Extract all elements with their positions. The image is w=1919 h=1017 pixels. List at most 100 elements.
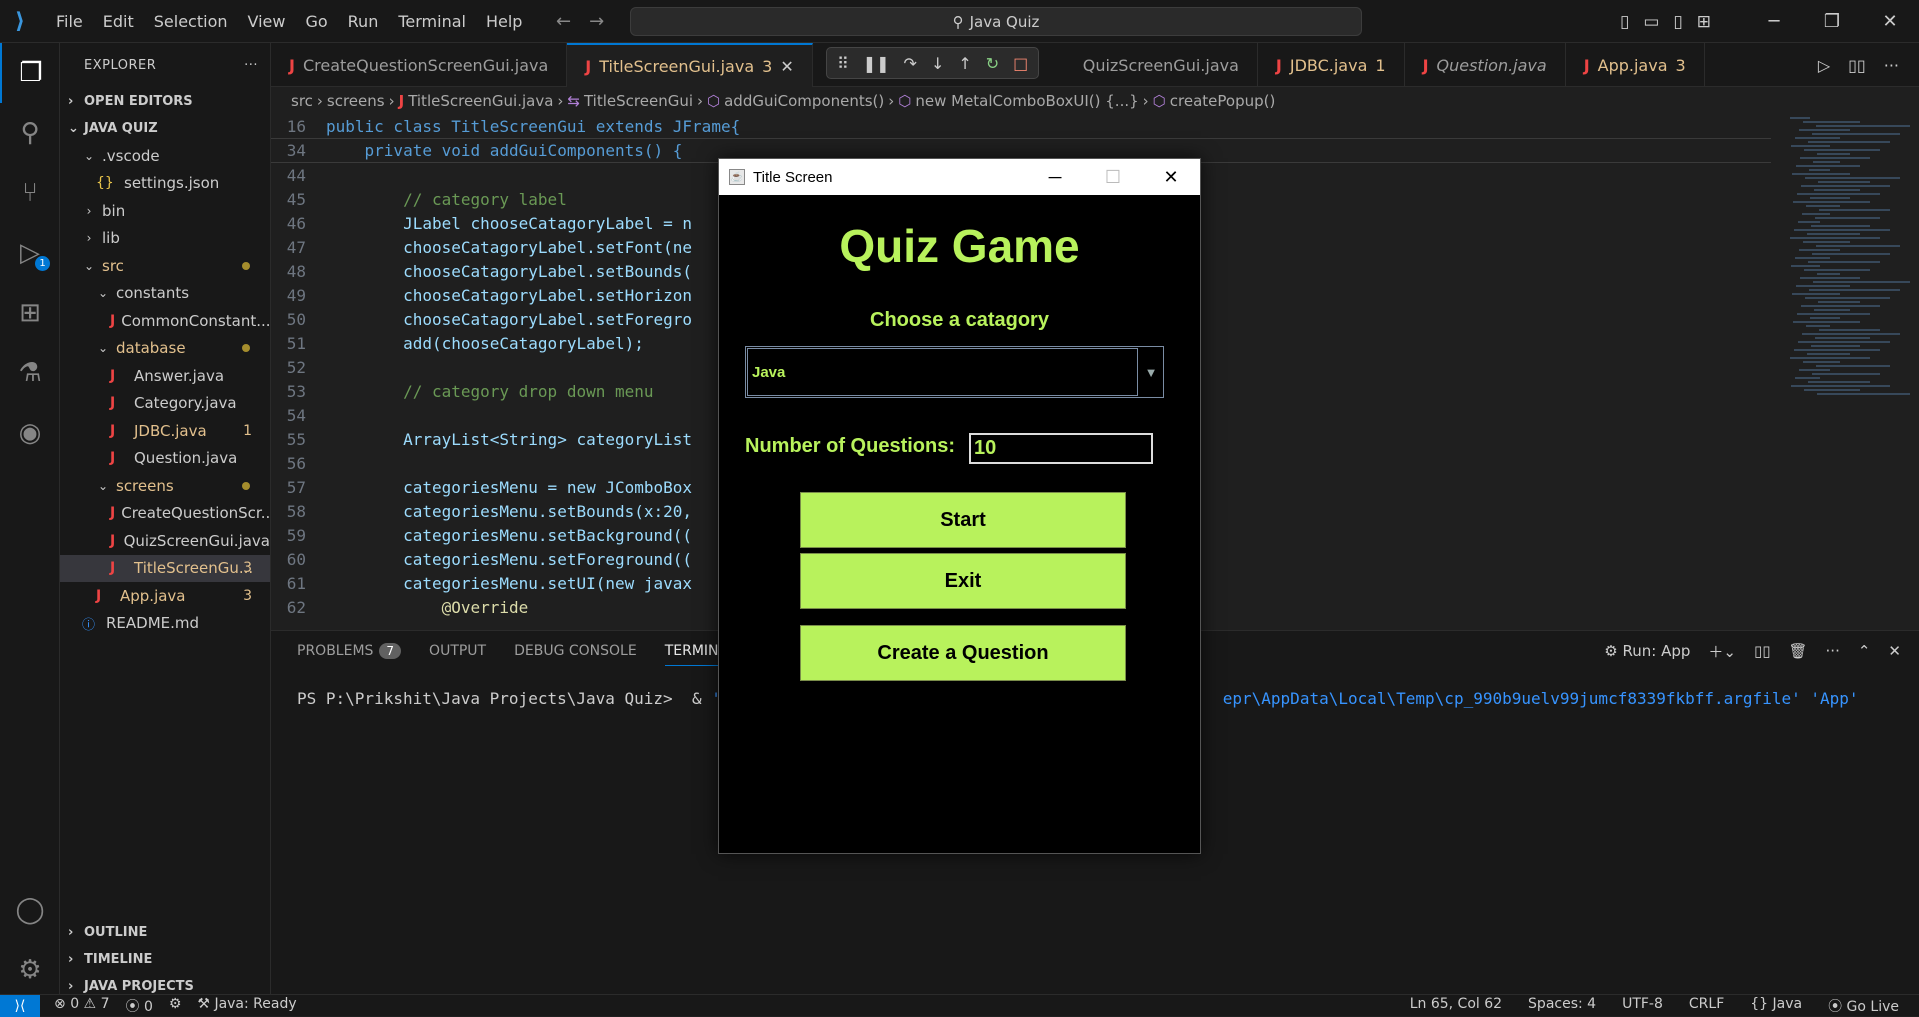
debug-status-icon[interactable]: ⚙ <box>169 996 182 1016</box>
forward-arrow-icon[interactable]: → <box>589 11 604 32</box>
create-question-button[interactable]: Create a Question <box>800 625 1126 681</box>
menu-item-help[interactable]: Help <box>476 0 532 43</box>
exit-button[interactable]: Exit <box>800 553 1126 609</box>
drag-handle-icon[interactable]: ⠿ <box>837 54 849 73</box>
minimize-icon[interactable]: ─ <box>1745 0 1803 43</box>
tree-item[interactable]: J Category.java <box>60 390 270 418</box>
menu-item-run[interactable]: Run <box>338 0 389 43</box>
breadcrumb-item[interactable]: TitleScreenGui <box>584 92 693 110</box>
close-icon[interactable]: ✕ <box>1861 0 1919 43</box>
tab-problems[interactable]: PROBLEMS 7 <box>297 643 402 659</box>
tree-item[interactable]: J App.java 3 <box>60 582 270 610</box>
breadcrumb-item[interactable]: createPopup() <box>1170 92 1276 110</box>
more-actions-icon[interactable]: ··· <box>1826 642 1840 660</box>
breadcrumb-item[interactable]: src <box>291 92 313 110</box>
menu-item-edit[interactable]: Edit <box>93 0 144 43</box>
tab-jdbc-java[interactable]: J JDBC.java 1 <box>1258 43 1405 87</box>
more-actions-icon[interactable]: ··· <box>1884 56 1899 75</box>
line-ending[interactable]: CRLF <box>1689 996 1724 1016</box>
minimize-icon[interactable]: ─ <box>1026 159 1084 195</box>
tree-item[interactable]: ⓘ README.md <box>60 610 270 638</box>
menu-item-terminal[interactable]: Terminal <box>388 0 476 43</box>
menu-item-go[interactable]: Go <box>295 0 337 43</box>
ports-status[interactable]: ⦿ 0 <box>125 996 152 1016</box>
java-status[interactable]: ⚒ Java: Ready <box>197 996 296 1016</box>
tree-item[interactable]: J CommonConstant... <box>60 307 270 335</box>
tab-titlescreengui-java[interactable]: J TitleScreenGui.java 3 ✕ <box>567 43 813 87</box>
close-icon[interactable]: ✕ <box>1142 159 1200 195</box>
step-out-icon[interactable]: ↑ <box>958 54 971 73</box>
breadcrumb-item[interactable]: new MetalComboBoxUI() {...} <box>915 92 1138 110</box>
split-editor-icon[interactable]: ▯▯ <box>1848 56 1866 75</box>
minimap[interactable] <box>1790 115 1910 465</box>
account-icon[interactable]: ◯ <box>0 880 60 940</box>
menu-item-selection[interactable]: Selection <box>144 0 238 43</box>
maximize-panel-icon[interactable]: ⌃ <box>1858 642 1871 660</box>
remote-icon[interactable]: ⟩⟨ <box>0 994 40 1017</box>
tab-debug-console[interactable]: DEBUG CONSOLE <box>514 643 637 659</box>
close-panel-icon[interactable]: ✕ <box>1888 642 1901 660</box>
toggle-sidebar-icon[interactable]: ▯ <box>1620 12 1629 32</box>
tree-item[interactable]: ⌄ src <box>60 252 270 280</box>
restore-icon[interactable]: ❐ <box>1803 0 1861 43</box>
tree-item[interactable]: › bin <box>60 197 270 225</box>
section-timeline[interactable]: › TIMELINE <box>60 946 271 973</box>
search-view-icon[interactable]: ⚲ <box>0 103 60 163</box>
source-control-icon[interactable]: ⑂ <box>0 163 60 223</box>
tree-item[interactable]: {} settings.json <box>60 170 270 198</box>
close-tab-icon[interactable]: ✕ <box>780 57 793 76</box>
new-terminal-icon[interactable]: ＋⌄ <box>1708 641 1736 662</box>
open-editors-section[interactable]: › OPEN EDITORS <box>60 88 270 115</box>
trash-icon[interactable]: 🗑 <box>1788 642 1807 660</box>
dropdown-arrow-icon[interactable]: ▼ <box>1139 347 1163 397</box>
tab-app-java[interactable]: J App.java 3 <box>1566 43 1705 87</box>
settings-gear-icon[interactable]: ⚙ <box>0 940 60 1000</box>
back-arrow-icon[interactable]: ← <box>556 11 571 32</box>
more-actions-icon[interactable]: ··· <box>244 58 258 73</box>
pause-icon[interactable]: ❚❚ <box>863 54 890 73</box>
tree-item[interactable]: ⌄ .vscode <box>60 142 270 170</box>
restart-icon[interactable]: ↻ <box>986 54 999 73</box>
cursor-position[interactable]: Ln 65, Col 62 <box>1410 996 1502 1016</box>
language-mode[interactable]: {} Java <box>1750 996 1802 1016</box>
menu-item-file[interactable]: File <box>46 0 93 43</box>
start-button[interactable]: Start <box>800 492 1126 548</box>
tab-createquestionscreengui-java[interactable]: J CreateQuestionScreenGui.java <box>271 43 568 87</box>
category-dropdown[interactable]: Java ▼ <box>745 346 1164 398</box>
breadcrumb-item[interactable]: TitleScreenGui.java <box>408 92 553 110</box>
tab-question-java[interactable]: J Question.java <box>1405 43 1566 87</box>
split-terminal-icon[interactable]: ▯▯ <box>1754 642 1771 660</box>
step-over-icon[interactable]: ↷ <box>904 54 917 73</box>
extensions-icon[interactable]: ⊞ <box>0 283 60 343</box>
tree-item[interactable]: J Answer.java <box>60 362 270 390</box>
encoding[interactable]: UTF-8 <box>1622 996 1663 1016</box>
step-into-icon[interactable]: ↓ <box>931 54 944 73</box>
tree-item[interactable]: J TitleScreenGu... 3 <box>60 554 270 582</box>
command-center-search[interactable]: ⚲ Java Quiz <box>630 7 1362 36</box>
section-outline[interactable]: › OUTLINE <box>60 919 271 946</box>
run-icon[interactable]: ▷ <box>1818 56 1830 75</box>
customize-layout-icon[interactable]: ⊞ <box>1697 12 1711 32</box>
go-live[interactable]: ⦿ Go Live <box>1828 996 1899 1016</box>
run-app-terminal[interactable]: ⚙ Run: App <box>1604 642 1690 660</box>
breadcrumb-item[interactable]: screens <box>327 92 385 110</box>
tree-item[interactable]: J JDBC.java 1 <box>60 417 270 445</box>
tree-item[interactable]: J CreateQuestionScr... <box>60 500 270 528</box>
breadcrumb-item[interactable]: addGuiComponents() <box>724 92 884 110</box>
tree-item[interactable]: ⌄ constants <box>60 280 270 308</box>
toggle-panel-icon[interactable]: ▭ <box>1643 12 1659 32</box>
testing-icon[interactable]: ⚗ <box>0 343 60 403</box>
tree-item[interactable]: ⌄ database <box>60 335 270 363</box>
tab-output[interactable]: OUTPUT <box>429 643 486 659</box>
tree-item[interactable]: J QuizScreenGui.java <box>60 527 270 555</box>
indentation[interactable]: Spaces: 4 <box>1528 996 1596 1016</box>
tree-item[interactable]: ⌄ screens <box>60 472 270 500</box>
run-debug-icon[interactable]: ▷ 1 <box>0 223 60 283</box>
github-icon[interactable]: ◉ <box>0 403 60 463</box>
stop-icon[interactable]: □ <box>1013 54 1028 73</box>
explorer-icon[interactable]: ❐ <box>0 43 60 103</box>
toggle-secondary-sidebar-icon[interactable]: ▯ <box>1673 12 1682 32</box>
menu-item-view[interactable]: View <box>238 0 296 43</box>
num-questions-input[interactable]: 10 <box>969 433 1153 464</box>
tree-item[interactable]: J Question.java <box>60 445 270 473</box>
